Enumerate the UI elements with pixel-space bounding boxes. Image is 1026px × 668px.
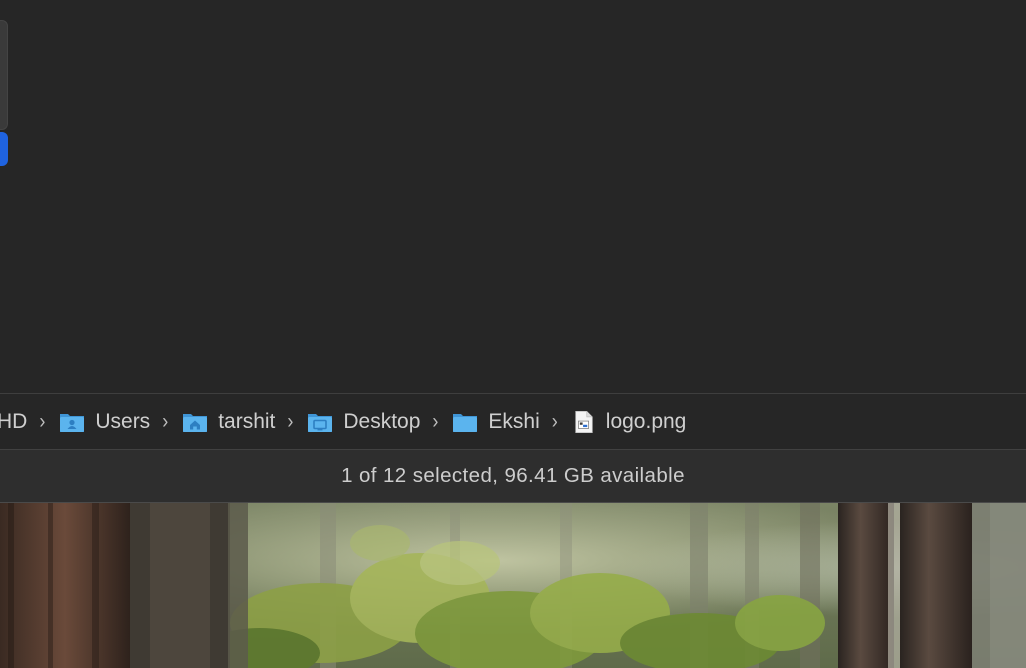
chevron-right-icon: ›	[39, 408, 46, 433]
users-folder-icon	[60, 413, 85, 432]
chevron-right-icon: ›	[432, 408, 439, 433]
screen: HD › Users › tarshit › Desktop › Ekshi ›…	[0, 0, 1026, 668]
path-item-label: Users	[95, 409, 151, 433]
forest-wallpaper-image	[0, 503, 1026, 668]
path-item-hd[interactable]: HD	[0, 394, 27, 449]
path-item-tarshit[interactable]: tarshit	[182, 394, 275, 449]
path-item-ekshi[interactable]: Ekshi	[452, 394, 540, 449]
path-item-desktop[interactable]: Desktop	[307, 394, 420, 449]
home-folder-icon	[183, 413, 208, 432]
sidebar-selected-item[interactable]	[0, 132, 8, 166]
finder-content-area[interactable]	[0, 0, 1026, 393]
desktop-folder-icon	[308, 413, 333, 432]
path-item-label: Ekshi	[488, 409, 540, 433]
chevron-right-icon: ›	[162, 408, 169, 433]
image-file-icon	[575, 410, 593, 433]
status-text: 1 of 12 selected, 96.41 GB available	[341, 464, 685, 487]
path-item-users[interactable]: Users	[59, 394, 150, 449]
sidebar-scroll-thumb[interactable]	[0, 20, 8, 130]
path-item-label: HD	[0, 409, 28, 433]
path-item-label: logo.png	[605, 409, 687, 433]
path-item-logo-png[interactable]: logo.png	[572, 394, 687, 449]
path-item-label: Desktop	[343, 409, 421, 433]
status-bar: 1 of 12 selected, 96.41 GB available	[0, 449, 1026, 503]
path-item-label: tarshit	[218, 409, 276, 433]
chevron-right-icon: ›	[551, 408, 558, 433]
desktop-wallpaper	[0, 503, 1026, 668]
chevron-right-icon: ›	[287, 408, 294, 433]
folder-icon	[453, 413, 478, 432]
path-bar: HD › Users › tarshit › Desktop › Ekshi ›…	[0, 393, 1026, 449]
